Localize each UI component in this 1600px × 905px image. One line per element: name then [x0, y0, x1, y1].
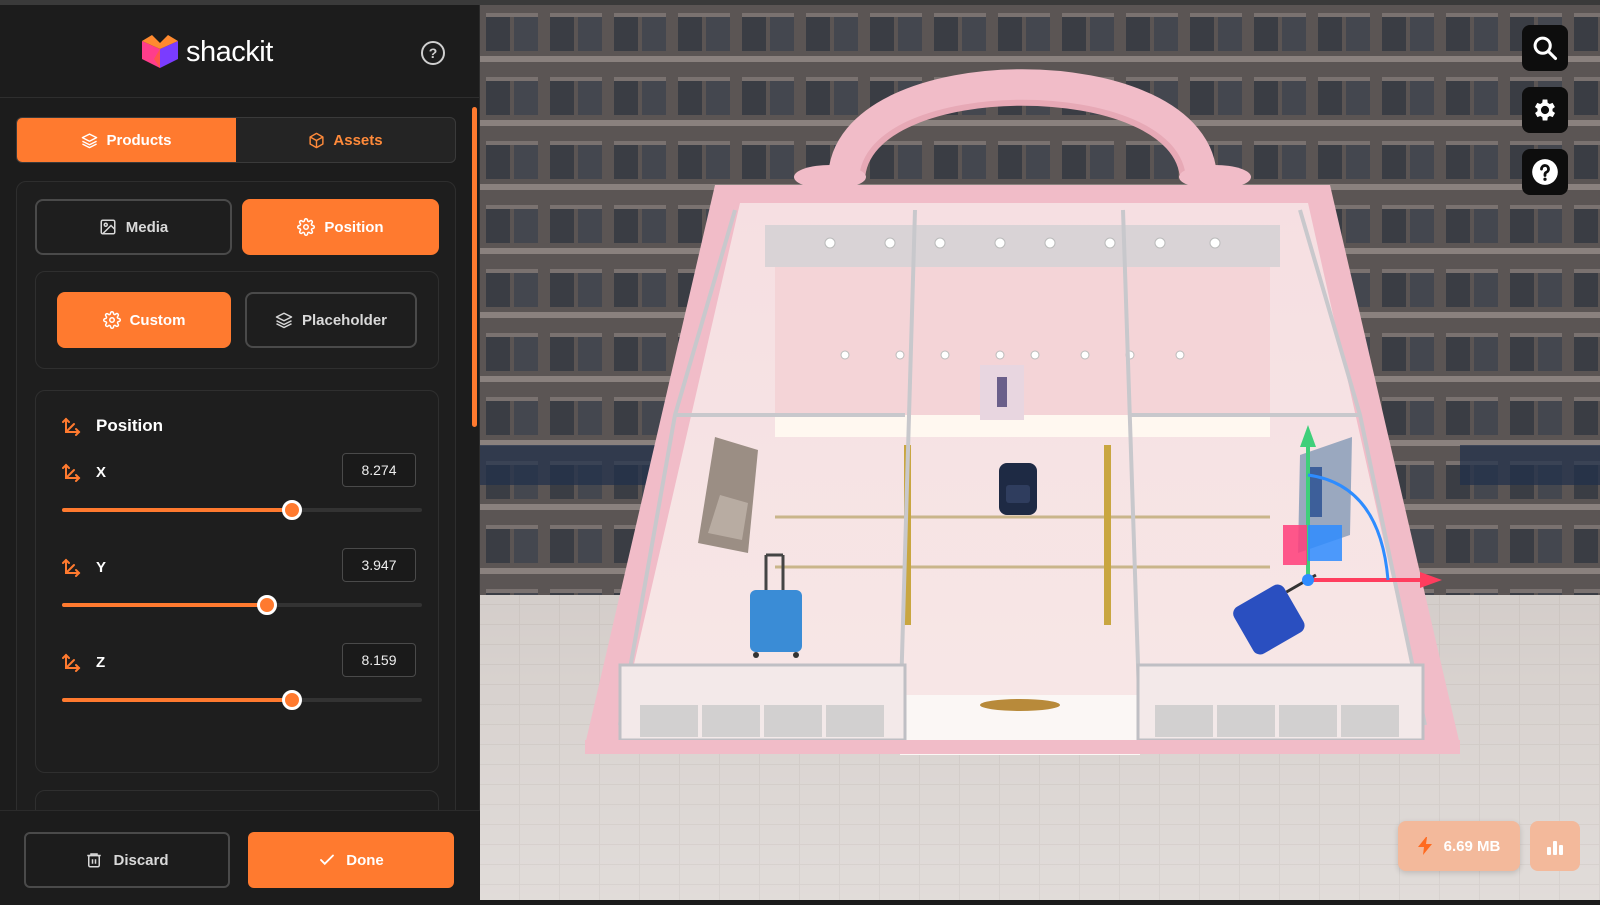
tab-products[interactable]: Products	[17, 118, 236, 162]
bolt-icon	[1417, 837, 1432, 855]
backpack-product[interactable]	[999, 463, 1037, 515]
layers-icon	[275, 312, 293, 329]
axis-y-name: Y	[96, 558, 107, 576]
axis-x-slider[interactable]	[62, 500, 422, 520]
3d-viewport[interactable]: 6.69 MB	[480, 5, 1600, 900]
position-heading: Position	[62, 416, 163, 436]
axis-z-slider-fill	[62, 698, 293, 702]
help-icon	[1532, 159, 1558, 185]
settings-button[interactable]	[1522, 87, 1568, 133]
portrait-poster-product[interactable]	[980, 365, 1024, 420]
axis-x-slider-thumb[interactable]	[282, 500, 303, 520]
sidebar-footer: Discard Done	[0, 810, 480, 905]
gear-icon	[102, 311, 121, 329]
discard-label: Discard	[113, 851, 169, 869]
scene-size-value: 6.69 MB	[1443, 837, 1501, 855]
main-tabs: Products Assets	[16, 117, 456, 163]
done-button[interactable]: Done	[248, 832, 454, 888]
tab-position-label: Position	[324, 218, 384, 236]
editor-sidebar: shackit ? Products Assets Media Position…	[0, 5, 480, 905]
axis-z-slider[interactable]	[62, 690, 422, 710]
position-controls: Position X 8.274 Y 3.947 Z 8.159	[35, 390, 439, 773]
axis-icon	[62, 653, 81, 672]
counter-right	[1136, 663, 1425, 742]
counter-left	[618, 663, 907, 742]
mode-custom-button[interactable]: Custom	[57, 292, 231, 348]
search-button[interactable]	[1522, 25, 1568, 71]
logo: shackit	[140, 35, 273, 69]
mode-selector: Custom Placeholder	[35, 271, 439, 369]
axis-y-input[interactable]: 3.947	[342, 548, 416, 582]
gold-pole-right	[1104, 445, 1111, 625]
floor-logo	[980, 699, 1060, 711]
tab-media-label: Media	[125, 218, 169, 236]
store-scene[interactable]	[480, 5, 1600, 900]
axis-z-slider-thumb[interactable]	[282, 690, 303, 710]
check-icon	[320, 854, 335, 866]
scene-size-badge[interactable]: 6.69 MB	[1398, 821, 1520, 871]
axis-icon	[62, 558, 81, 577]
tab-products-label: Products	[106, 131, 172, 149]
axis-x-name: X	[96, 463, 107, 481]
product-panel: Media Position Custom Placeholder Positi…	[16, 181, 456, 810]
help-button[interactable]: ?	[421, 41, 445, 65]
gear-icon	[1534, 99, 1556, 121]
tab-assets[interactable]: Assets	[236, 118, 455, 162]
brand-header: shackit ?	[0, 5, 479, 98]
mode-placeholder-label: Placeholder	[301, 311, 388, 329]
sidebar-scrollbar[interactable]	[472, 107, 477, 427]
next-section-card	[35, 790, 439, 810]
bag-base	[585, 740, 1460, 754]
axis-z-input[interactable]: 8.159	[342, 643, 416, 677]
building-band-right	[1460, 445, 1600, 485]
tab-position[interactable]: Position	[242, 199, 439, 255]
ceiling-panel	[765, 225, 1280, 267]
axis-icon	[62, 463, 81, 482]
axis-x-slider-fill	[62, 508, 293, 512]
tab-media[interactable]: Media	[35, 199, 232, 255]
axis-y-slider-fill	[62, 603, 268, 607]
axis-z-label: Z	[62, 652, 105, 672]
axis-x-label: X	[62, 462, 106, 482]
axis-y-slider[interactable]	[62, 595, 422, 615]
done-label: Done	[346, 851, 384, 869]
sidebar-scroll-area: Products Assets Media Position Custom Pl…	[0, 99, 480, 810]
mode-tabs: Custom Placeholder	[57, 292, 417, 348]
mode-custom-label: Custom	[129, 311, 186, 329]
brand-name: shackit	[186, 35, 273, 68]
mode-placeholder-button[interactable]: Placeholder	[245, 292, 417, 348]
axis-y-label: Y	[62, 557, 106, 577]
gear-icon	[297, 218, 316, 236]
viewport-help-button[interactable]	[1522, 149, 1568, 195]
layers-icon	[82, 132, 98, 148]
axis-y-slider-thumb[interactable]	[257, 595, 278, 615]
tab-assets-label: Assets	[333, 131, 383, 149]
sub-tabs: Media Position	[35, 199, 439, 255]
bar-chart-icon	[1547, 841, 1563, 855]
box-icon	[309, 132, 324, 148]
image-icon	[100, 219, 116, 235]
axis-x-input[interactable]: 8.274	[342, 453, 416, 487]
search-icon	[1533, 36, 1558, 61]
shackit-logo-icon	[142, 35, 178, 68]
axis-z-name: Z	[96, 653, 106, 671]
discard-button[interactable]: Discard	[24, 832, 230, 888]
axis-icon	[62, 417, 81, 436]
stats-button[interactable]	[1530, 821, 1580, 871]
trash-icon	[87, 853, 102, 868]
position-title: Position	[96, 416, 164, 435]
